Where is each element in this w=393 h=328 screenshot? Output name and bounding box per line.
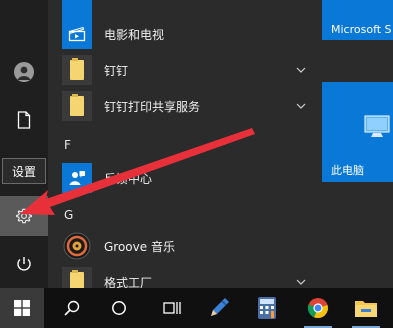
computer-monitor-icon bbox=[364, 115, 390, 137]
search-icon bbox=[64, 300, 80, 316]
feedback-person-icon bbox=[62, 163, 92, 193]
search-button[interactable] bbox=[50, 288, 94, 328]
app-name: Groove 音乐 bbox=[104, 239, 175, 254]
app-name: 反馈中心 bbox=[104, 171, 153, 186]
task-view-button[interactable] bbox=[97, 288, 141, 328]
chevron-down-icon[interactable] bbox=[294, 63, 308, 77]
list-item[interactable]: 反馈中心 bbox=[62, 160, 310, 196]
chevron-down-icon[interactable] bbox=[294, 99, 308, 113]
file-explorer-button[interactable] bbox=[344, 288, 388, 328]
start-button[interactable] bbox=[0, 288, 44, 328]
music-disc-icon bbox=[62, 231, 92, 261]
list-item[interactable]: Groove 音乐 bbox=[62, 228, 310, 264]
start-menu-rail: 设置 bbox=[0, 0, 48, 288]
document-icon bbox=[17, 111, 31, 129]
task-view-icon bbox=[112, 301, 126, 315]
power-icon bbox=[17, 257, 31, 271]
microsoft-store-tile[interactable]: Microsoft S bbox=[322, 0, 393, 40]
tile-label: 此电脑 bbox=[331, 164, 364, 177]
taskbar bbox=[0, 288, 393, 328]
settings-tooltip: 设置 bbox=[2, 158, 46, 184]
calculator-icon bbox=[258, 297, 276, 319]
person-icon bbox=[14, 62, 34, 82]
windows-logo-icon bbox=[14, 300, 30, 316]
calculator-button[interactable] bbox=[245, 288, 289, 328]
documents-button[interactable] bbox=[0, 100, 48, 140]
app-name: 钉钉打印共享服务 bbox=[104, 99, 201, 114]
gear-icon bbox=[16, 208, 32, 224]
list-item[interactable]: 钉钉 bbox=[62, 52, 310, 88]
account-button[interactable] bbox=[0, 52, 48, 92]
chrome-button[interactable] bbox=[296, 288, 340, 328]
list-item[interactable]: 钉钉打印共享服务 bbox=[62, 88, 310, 124]
app-name: 钉钉 bbox=[104, 63, 129, 78]
group-letter[interactable]: G bbox=[64, 208, 73, 222]
power-button[interactable] bbox=[0, 244, 48, 284]
timeline-icon bbox=[163, 302, 181, 314]
pen-app-icon bbox=[211, 298, 229, 316]
app-list: 电影和电视 钉钉 钉钉打印共享服务 F 反馈中心 G Groove 音乐 格式工… bbox=[48, 0, 310, 297]
app-name: 电影和电视 bbox=[104, 27, 165, 42]
folder-icon bbox=[62, 91, 92, 121]
file-explorer-icon bbox=[355, 301, 377, 317]
this-pc-tile[interactable]: 此电脑 bbox=[322, 82, 393, 182]
chevron-down-icon[interactable] bbox=[294, 275, 308, 289]
chrome-icon bbox=[307, 298, 328, 319]
settings-button[interactable] bbox=[0, 196, 48, 236]
tile-label: Microsoft S bbox=[331, 23, 392, 36]
pen-app-button[interactable] bbox=[197, 288, 241, 328]
folder-icon bbox=[62, 55, 92, 85]
film-icon bbox=[62, 19, 92, 49]
live-tiles: Microsoft S 此电脑 bbox=[322, 0, 393, 288]
timeline-button[interactable] bbox=[150, 288, 194, 328]
group-letter[interactable]: F bbox=[64, 138, 71, 152]
list-item[interactable]: 电影和电视 bbox=[62, 16, 310, 52]
